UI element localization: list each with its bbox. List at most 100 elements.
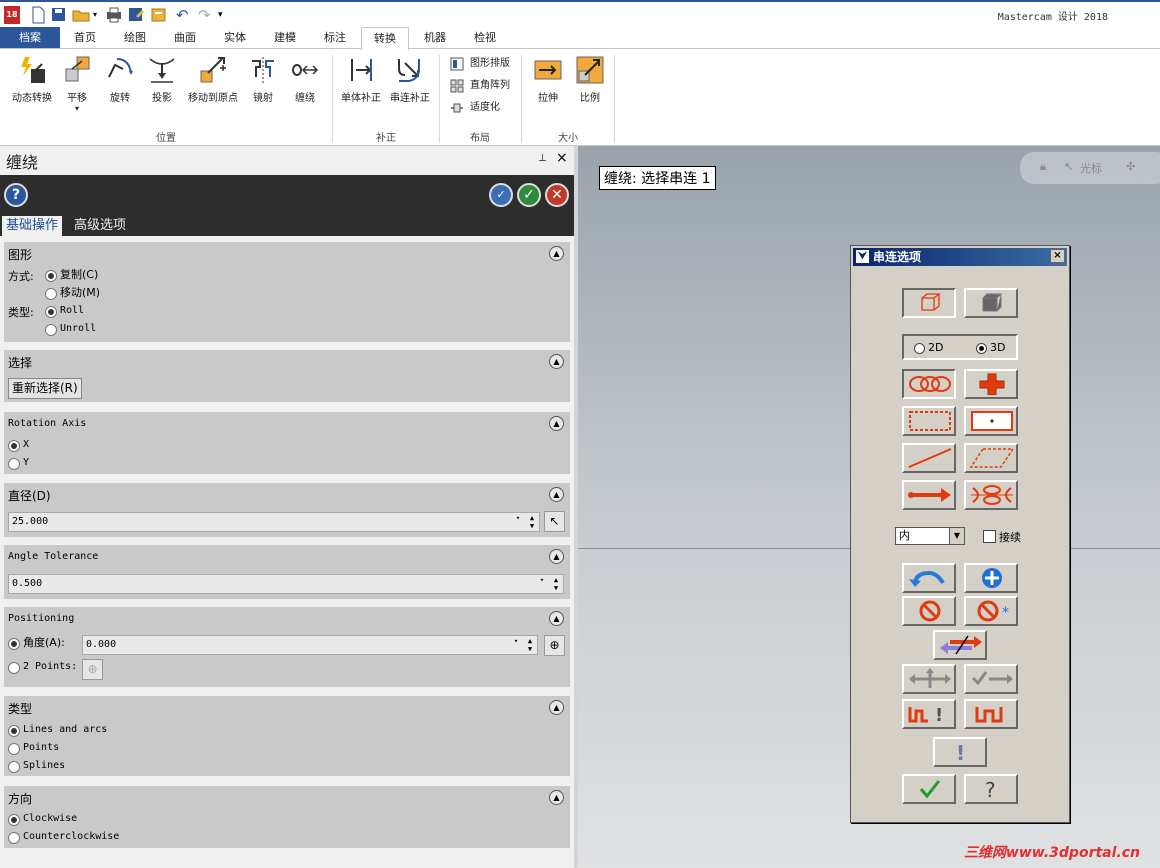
polygon-select-button[interactable]: [964, 443, 1018, 473]
spinner-icon[interactable]: ▲ ▼: [527, 514, 537, 530]
dynamic-transform-button[interactable]: 动态转换: [6, 55, 58, 104]
close-panel-button[interactable]: ×: [556, 150, 568, 166]
collapse-icon[interactable]: ▲: [549, 416, 564, 431]
two-points-radio[interactable]: 2 Points:: [8, 660, 77, 676]
collapse-icon[interactable]: ▲: [549, 487, 564, 502]
end-button[interactable]: [964, 664, 1018, 694]
collapse-icon[interactable]: ▲: [549, 700, 564, 715]
tab-basic[interactable]: 基础操作: [2, 216, 63, 236]
help-button[interactable]: ?: [4, 183, 28, 207]
add-chain-button[interactable]: [964, 563, 1018, 593]
dropdown-icon[interactable]: ▾: [537, 576, 547, 584]
path-button[interactable]: [964, 699, 1018, 729]
nesting-button[interactable]: 图形排版: [450, 55, 510, 73]
pin-icon[interactable]: ⊥: [538, 153, 547, 164]
move-radio[interactable]: 移动(M): [45, 286, 100, 302]
open-folder-icon[interactable]: [72, 6, 90, 24]
save-as-icon[interactable]: [127, 6, 145, 24]
chevron-down-icon[interactable]: ▼: [949, 528, 964, 544]
vector-select-button[interactable]: [902, 480, 956, 510]
ok-create-new-button[interactable]: ✓: [489, 183, 513, 207]
spinner-icon[interactable]: ▲ ▼: [525, 637, 535, 653]
wrap-button[interactable]: 缠绕: [286, 55, 324, 104]
undo-icon[interactable]: ↶: [176, 6, 194, 24]
solid-mode-button[interactable]: [964, 288, 1018, 318]
tab-transform[interactable]: 转换: [361, 27, 409, 50]
tab-advanced[interactable]: 高级选项: [70, 216, 130, 236]
mode-3d-radio[interactable]: 3D: [976, 342, 1005, 356]
project-button[interactable]: 投影: [142, 55, 182, 104]
mirror-button[interactable]: 镜射: [244, 55, 282, 104]
pick-cursor-icon[interactable]: ↖: [544, 511, 565, 532]
tab-drafting[interactable]: 标注: [314, 27, 356, 49]
collapse-icon[interactable]: ▲: [549, 246, 564, 261]
autocursor-label[interactable]: 光标: [1080, 160, 1102, 176]
rotate-button[interactable]: 旋转: [100, 55, 140, 104]
verify-button[interactable]: !: [902, 699, 956, 729]
dropdown-icon[interactable]: ▾: [513, 514, 523, 522]
angle-tolerance-input[interactable]: 0.500 ▾ ▲ ▼: [8, 574, 564, 594]
fit-button[interactable]: 适度化: [450, 99, 500, 117]
translate-dropdown-icon[interactable]: ▾: [58, 104, 96, 113]
partial-chain-button[interactable]: [964, 480, 1018, 510]
spinner-icon[interactable]: ▲ ▼: [551, 576, 561, 592]
lock-icon[interactable]: 🔒︎: [1040, 160, 1046, 174]
dialog-ok-button[interactable]: [902, 774, 956, 804]
single-entity-button[interactable]: [902, 443, 956, 473]
tab-home[interactable]: 首页: [64, 27, 106, 49]
tab-surfaces[interactable]: 曲面: [164, 27, 206, 49]
dialog-close-button[interactable]: ×: [1050, 249, 1065, 263]
axis-x-radio[interactable]: X: [8, 438, 29, 454]
scale-button[interactable]: 比例: [572, 55, 608, 104]
lines-arcs-radio[interactable]: Lines and arcs: [8, 723, 107, 739]
collapse-icon[interactable]: ▲: [549, 790, 564, 805]
customize-qat-icon[interactable]: ▾: [218, 6, 236, 24]
reverse-button[interactable]: [933, 630, 987, 660]
collapse-icon[interactable]: ▲: [549, 549, 564, 564]
tab-view[interactable]: 检视: [464, 27, 506, 49]
dialog-help-button[interactable]: ?: [964, 774, 1018, 804]
diameter-input[interactable]: 25.000 ▾ ▲ ▼: [8, 512, 540, 532]
dropdown-icon[interactable]: ▾: [511, 637, 521, 645]
stretch-button[interactable]: 拉伸: [530, 55, 566, 104]
chain-mode-button[interactable]: [902, 369, 956, 399]
mode-2d-radio[interactable]: 2D: [914, 342, 943, 356]
reselect-button[interactable]: 重新选择(R): [8, 378, 82, 399]
continue-checkbox[interactable]: 接续: [983, 529, 1021, 545]
clockwise-radio[interactable]: Clockwise: [8, 812, 77, 828]
app-logo-icon[interactable]: 18: [4, 6, 20, 24]
print-icon[interactable]: [105, 6, 123, 24]
wireframe-mode-button[interactable]: [902, 288, 956, 318]
roll-radio[interactable]: Roll: [45, 304, 84, 320]
offset-contour-button[interactable]: 串连补正: [386, 55, 434, 104]
unselect-button[interactable]: [902, 596, 956, 626]
unroll-radio[interactable]: Unroll: [45, 322, 96, 338]
tab-machine[interactable]: 机器: [414, 27, 456, 49]
angle-input[interactable]: 0.000 ▾ ▲ ▼: [82, 635, 538, 655]
points-radio[interactable]: Points: [8, 741, 59, 757]
translate-button[interactable]: 平移 ▾: [58, 55, 96, 113]
cancel-button[interactable]: ✕: [545, 183, 569, 207]
copy-radio[interactable]: 复制(C): [45, 268, 98, 284]
properties-icon[interactable]: [150, 6, 168, 24]
angle-radio[interactable]: 角度(A):: [8, 636, 65, 652]
xyz-icon[interactable]: ✣: [1126, 160, 1135, 173]
offset-entity-button[interactable]: 单体补正: [338, 55, 384, 104]
counterclockwise-radio[interactable]: Counterclockwise: [8, 830, 119, 846]
new-file-icon[interactable]: [30, 6, 48, 24]
dropdown-icon[interactable]: ▾: [93, 6, 101, 24]
collapse-icon[interactable]: ▲: [549, 354, 564, 369]
tab-wireframe[interactable]: 绘图: [114, 27, 156, 49]
warning-button[interactable]: !: [933, 737, 987, 767]
options-button[interactable]: [902, 664, 956, 694]
tab-solids[interactable]: 实体: [214, 27, 256, 49]
redo-icon[interactable]: ↷: [198, 6, 216, 24]
viewport-toolbar[interactable]: 🔒︎ ↖ 光标 ✣: [1020, 152, 1160, 184]
window-mode-select[interactable]: 内 ▼: [895, 527, 965, 545]
splines-radio[interactable]: Splines: [8, 759, 65, 775]
tab-model-prep[interactable]: 建模: [264, 27, 306, 49]
window-select-button[interactable]: [902, 406, 956, 436]
area-select-button[interactable]: [964, 406, 1018, 436]
save-icon[interactable]: [50, 6, 68, 24]
ok-button[interactable]: ✓: [517, 183, 541, 207]
